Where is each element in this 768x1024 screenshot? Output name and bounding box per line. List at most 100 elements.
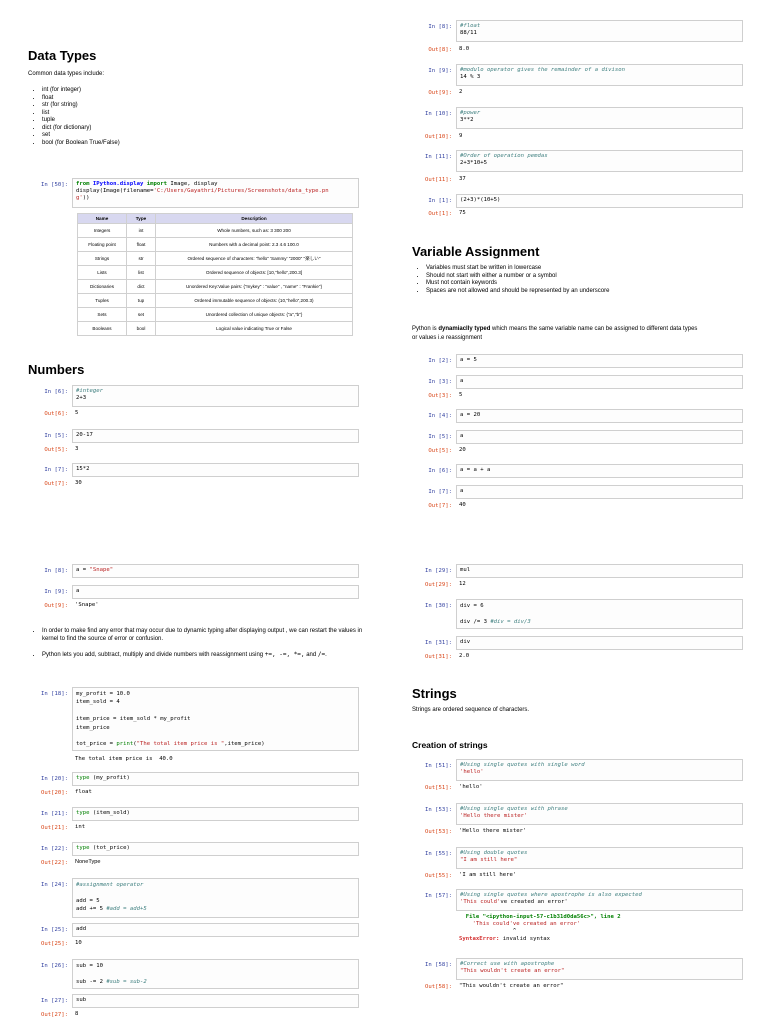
output-prompt: Out[22]: <box>41 860 68 866</box>
code-cell[interactable]: #Using double quotes "I am still here" <box>456 847 743 869</box>
code-token: (my_profit) <box>89 775 130 781</box>
cell-prompt: In [9]: <box>428 68 452 74</box>
output-prompt: Out[11]: <box>425 177 452 183</box>
cell-prompt: In [29]: <box>425 568 452 574</box>
cell-prompt: In [10]: <box>425 111 452 117</box>
code-cell[interactable]: add <box>72 923 359 937</box>
cell-output: 12 <box>459 581 466 587</box>
code-token: a = 20 <box>460 412 481 418</box>
code-token: mul <box>460 567 471 573</box>
code-cell[interactable]: my_profit = 10.0 item_sold = 4 item_pric… <box>72 687 359 751</box>
table-cell: Floating point <box>77 237 127 252</box>
table-cell: Unordered Key:Value pairs: {"mykey" : "v… <box>155 279 353 294</box>
table-cell: Ordered immutable sequence of objects: (… <box>155 293 353 308</box>
code-cell[interactable]: #Correct use with apostrophe "This would… <box>456 958 743 980</box>
data-types-list: int (for integer) float str (for string)… <box>30 87 120 147</box>
code-comment: #Using single quotes with single word <box>460 762 585 768</box>
code-cell[interactable]: a <box>72 585 359 599</box>
error-type: SyntaxError: <box>459 935 500 942</box>
table-cell: Unordered collection of unique objects: … <box>155 307 353 322</box>
output-prompt: Out[31]: <box>425 654 452 660</box>
code-token: div /= 3 <box>460 619 491 625</box>
output-prompt: Out[27]: <box>41 1012 68 1018</box>
code-token: (tot_price) <box>89 845 130 851</box>
code-cell[interactable]: a = 5 <box>456 354 743 368</box>
code-cell[interactable]: div <box>456 636 743 650</box>
code-token: 2+3 <box>76 395 87 401</box>
strings-intro: Strings are ordered sequence of characte… <box>412 707 530 713</box>
code-cell[interactable]: sub = 10 sub -= 2 #sub = sub-2 <box>72 959 359 989</box>
code-cell[interactable]: type (item_sold) <box>72 807 359 821</box>
list-item: Variables must start be written in lower… <box>426 265 609 273</box>
text-run: Python is <box>412 326 439 332</box>
cell-output: 37 <box>459 176 466 182</box>
code-cell[interactable]: #assignment operator add = 5 add += 5 #a… <box>72 878 359 918</box>
cell-prompt: In [8]: <box>428 24 452 30</box>
table-cell: bool <box>126 321 156 336</box>
output-prompt: Out[29]: <box>425 582 452 588</box>
code-cell[interactable]: a <box>456 430 743 444</box>
code-cell[interactable]: 15*2 <box>72 463 359 477</box>
code-token: add += 5 <box>76 906 107 912</box>
code-comment: #modulo operator gives the remainder of … <box>460 67 626 73</box>
code-cell[interactable]: div = 6 div /= 3 #div = div/3 <box>456 599 743 629</box>
table-cell: Sets <box>77 307 127 322</box>
code-cell[interactable]: #Using single quotes where apostrophe is… <box>456 889 743 911</box>
cell-prompt: In [7]: <box>428 489 452 495</box>
list-item: str (for string) <box>42 102 120 110</box>
cell-prompt: In [9]: <box>44 589 68 595</box>
code-token: a <box>460 433 464 439</box>
code-cell[interactable]: 20-17 <box>72 429 359 443</box>
code-token: 15*2 <box>76 466 90 472</box>
code-cell[interactable]: #float 88/11 <box>456 20 743 42</box>
cell-prompt: In [2]: <box>428 358 452 364</box>
code-cell[interactable]: #modulo operator gives the remainder of … <box>456 64 743 86</box>
code-cell[interactable]: sub <box>72 994 359 1008</box>
code-cell[interactable]: a = 20 <box>456 409 743 423</box>
code-comment: #Order of operation pemdas <box>460 153 548 159</box>
code-cell[interactable]: type (my_profit) <box>72 772 359 786</box>
output-prompt: Out[7]: <box>44 481 68 487</box>
code-cell[interactable]: type (tot_price) <box>72 842 359 856</box>
cell-output: 'Snape' <box>75 602 99 608</box>
text-run: dynamiaclly typed <box>438 326 491 332</box>
code-cell[interactable]: #Order of operation pemdas 2+3*10+5 <box>456 150 743 172</box>
traceback-line: 'This could've created an error' <box>459 921 581 928</box>
code-cell[interactable]: a = "Snape" <box>72 564 359 578</box>
code-token: 14 % 3 <box>460 74 481 80</box>
output-prompt: Out[7]: <box>428 503 452 509</box>
code-cell[interactable]: #integer 2+3 <box>72 385 359 407</box>
code-token: import <box>146 181 167 187</box>
table-cell: Strings <box>77 251 127 266</box>
table-row: Booleans bool Logical value indicating Tru… <box>77 321 353 336</box>
code-cell[interactable]: a = a + a <box>456 464 743 478</box>
code-cell[interactable]: a <box>456 485 743 499</box>
table-cell: Lists <box>77 265 127 280</box>
cell-prompt: In [26]: <box>41 963 68 969</box>
code-cell[interactable]: #power 3**2 <box>456 107 743 129</box>
cell-prompt: In [7]: <box>44 467 68 473</box>
data-types-intro: Common data types include: <box>28 71 105 77</box>
code-cell[interactable]: (2+3)*(10+5) <box>456 194 743 208</box>
code-token: a = 5 <box>460 357 477 363</box>
code-cell[interactable]: #Using single quotes with single word 'h… <box>456 759 743 781</box>
table-cell: Numbers with a decimal point: 2.3 4.6 10… <box>155 237 353 252</box>
code-token: a <box>76 588 80 594</box>
cell-output: 40 <box>459 502 466 508</box>
code-cell[interactable]: a <box>456 375 743 389</box>
code-token: my_profit = 10.0 <box>76 691 130 697</box>
table-cell: Ordered sequence of characters: "hello" … <box>155 251 353 266</box>
table-row: Sets set Unordered collection of unique ob… <box>77 307 353 322</box>
table-header: Name <box>77 213 127 224</box>
table-cell: Tuples <box>77 293 127 308</box>
code-cell[interactable]: mul <box>456 564 743 578</box>
text-run: and <box>304 652 318 658</box>
cell-output: 2.0 <box>459 653 470 659</box>
code-token: type <box>76 775 90 781</box>
creation-of-strings-heading: Creation of strings <box>412 740 488 750</box>
code-cell[interactable]: #Using single quotes with phrase 'Hello … <box>456 803 743 825</box>
cell-output: 5 <box>75 410 79 416</box>
output-prompt: Out[51]: <box>425 785 452 791</box>
cell-output: "This wouldn't create an error" <box>459 983 564 989</box>
code-cell-50[interactable]: from IPython.display import Image, displ… <box>72 178 359 208</box>
